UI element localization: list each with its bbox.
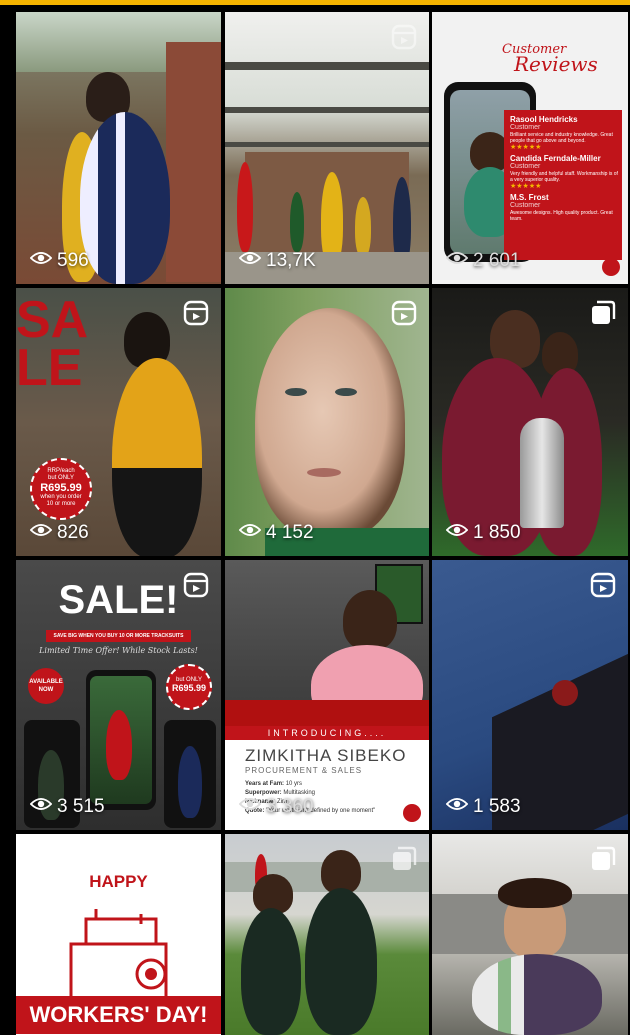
carousel-icon xyxy=(391,846,417,872)
view-count: 3 360 xyxy=(238,796,314,818)
reel-icon xyxy=(183,300,209,326)
workers-day-label: WORKERS' DAY! xyxy=(16,996,221,1034)
grid-tile[interactable]: 4 152 xyxy=(225,288,429,556)
phone-mockup xyxy=(86,670,156,810)
view-count: 596 xyxy=(29,250,89,272)
view-count: 13,7K xyxy=(238,250,316,272)
grid-tile[interactable]: SALE! SAVE BIG WHEN YOU BUY 10 OR MORE T… xyxy=(16,560,221,830)
eye-icon xyxy=(238,250,262,272)
price-badge: but ONLY R695.99 xyxy=(166,664,212,710)
view-count: 4 152 xyxy=(238,522,314,544)
happy-label: HAPPY xyxy=(89,872,148,891)
grid-tile[interactable]: 13,7K xyxy=(225,12,429,284)
reviews-title: Customer Reviews xyxy=(502,42,598,76)
trophy xyxy=(520,418,564,528)
view-count: 826 xyxy=(29,522,89,544)
brand-logo-icon xyxy=(602,258,620,276)
eye-icon xyxy=(445,250,469,272)
reel-icon xyxy=(391,24,417,50)
phone-mockup xyxy=(164,720,216,828)
employee-name: ZIMKITHA SIBEKO xyxy=(245,746,407,765)
price-badge: RRP/each but ONLY R695.99 when you order… xyxy=(30,458,92,520)
post-grid: 596 13,7K Customer Reviews Rasool Hendri… xyxy=(16,12,628,1035)
employee-role: PROCUREMENT & SALES xyxy=(245,766,363,775)
top-accent-bar xyxy=(0,0,630,5)
grid-tile[interactable]: Customer Reviews Rasool Hendricks Custom… xyxy=(432,12,628,284)
carousel-icon xyxy=(590,846,616,872)
eye-icon xyxy=(29,796,53,818)
brand-logo-icon xyxy=(403,804,421,822)
eye-icon xyxy=(29,250,53,272)
available-badge: AVAILABLE NOW xyxy=(28,668,64,704)
promo-script: Limited Time Offer! While Stock Lasts! xyxy=(39,646,198,655)
view-count: 3 515 xyxy=(29,796,105,818)
reel-icon xyxy=(183,572,209,598)
view-count: 1 850 xyxy=(445,522,521,544)
grid-tile[interactable]: 1 850 xyxy=(432,288,628,556)
grid-tile[interactable]: 596 xyxy=(16,12,221,284)
eye-icon xyxy=(238,522,262,544)
reviews-card: Rasool Hendricks Customer Brilliant serv… xyxy=(504,110,622,260)
eye-icon xyxy=(445,522,469,544)
grid-tile[interactable] xyxy=(225,834,429,1035)
view-count: 1 583 xyxy=(445,796,521,818)
eye-icon xyxy=(445,796,469,818)
introducing-banner: INTRODUCING.... xyxy=(225,726,429,740)
sale-word: SALE xyxy=(16,291,89,397)
grid-tile[interactable] xyxy=(432,834,628,1035)
promo-banner: SAVE BIG WHEN YOU BUY 10 OR MORE TRACKSU… xyxy=(46,630,191,642)
grid-tile[interactable]: HAPPY WORKERS' DAY! xyxy=(16,834,221,1035)
grid-tile[interactable]: INTRODUCING.... ZIMKITHA SIBEKO PROCUREM… xyxy=(225,560,429,830)
eye-icon xyxy=(238,796,262,818)
grid-tile[interactable]: 1 583 xyxy=(432,560,628,830)
carousel-icon xyxy=(590,300,616,326)
left-edge xyxy=(0,5,14,1035)
eye-icon xyxy=(29,522,53,544)
grid-tile[interactable]: SALE RRP/each but ONLY R695.99 when you … xyxy=(16,288,221,556)
view-count: 2 601 xyxy=(445,250,521,272)
reel-icon xyxy=(590,572,616,598)
reel-icon xyxy=(391,300,417,326)
